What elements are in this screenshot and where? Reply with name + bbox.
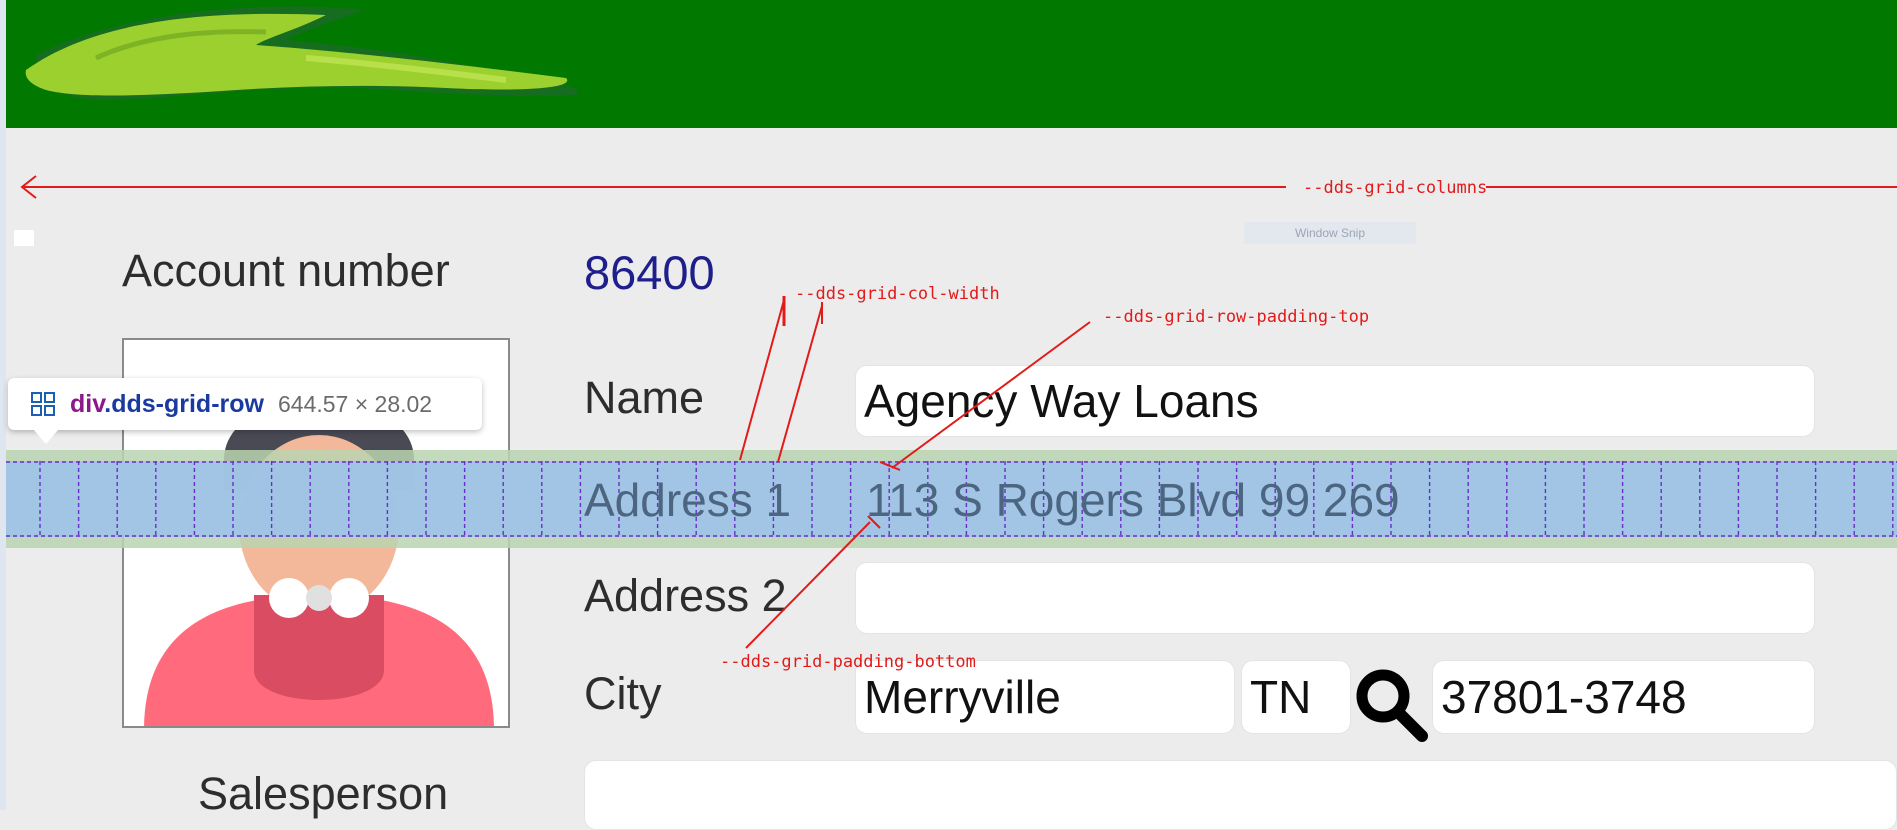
annotation-padding-bottom: --dds-grid-padding-bottom bbox=[720, 652, 976, 672]
devtools-badge-pointer bbox=[34, 430, 58, 444]
city-field-value: Merryville bbox=[864, 671, 1061, 723]
leaf-logo bbox=[25, 6, 578, 100]
annotation-grid-columns: --dds-grid-columns bbox=[1303, 178, 1488, 198]
zip-field[interactable]: 37801-3748 bbox=[1432, 660, 1815, 734]
name-label: Name bbox=[584, 372, 705, 423]
header-banner bbox=[6, 0, 1897, 128]
state-field[interactable]: TN bbox=[1241, 660, 1351, 734]
annotation-col-width: --dds-grid-col-width bbox=[795, 284, 1000, 304]
address-2-label: Address 2 bbox=[584, 570, 787, 621]
name-field[interactable]: Agency Way Loans bbox=[855, 365, 1815, 437]
zip-field-value: 37801-3748 bbox=[1441, 671, 1687, 723]
state-field-value: TN bbox=[1250, 671, 1312, 723]
grid-icon bbox=[31, 392, 55, 416]
devtools-element-tag: div bbox=[70, 389, 105, 418]
address-1-value[interactable]: 113 S Rogers Blvd 99 269 bbox=[866, 473, 1400, 527]
address-1-label: Address 1 bbox=[584, 474, 792, 526]
annotation-row-padding-top: --dds-grid-row-padding-top bbox=[1103, 307, 1370, 327]
devtools-element-dims: 644.57 × 28.02 bbox=[277, 390, 433, 417]
devtools-element-badge: div.dds-grid-row 644.57 × 28.02 bbox=[8, 378, 482, 430]
salesperson-label: Salesperson bbox=[198, 768, 449, 819]
account-number-value: 86400 bbox=[584, 246, 715, 299]
city-label: City bbox=[584, 668, 662, 719]
account-number-label: Account number bbox=[122, 245, 450, 296]
salesperson-field[interactable] bbox=[584, 760, 1897, 830]
window-snip-overlay: Window Snip bbox=[1244, 222, 1416, 244]
devtools-element-class: .dds-grid-row bbox=[104, 389, 264, 418]
name-field-value: Agency Way Loans bbox=[864, 375, 1259, 427]
address-2-field[interactable] bbox=[855, 562, 1815, 634]
small-white-marker bbox=[14, 230, 34, 246]
devtools-selector: div.dds-grid-row bbox=[70, 390, 264, 419]
search-icon[interactable] bbox=[1352, 666, 1428, 742]
